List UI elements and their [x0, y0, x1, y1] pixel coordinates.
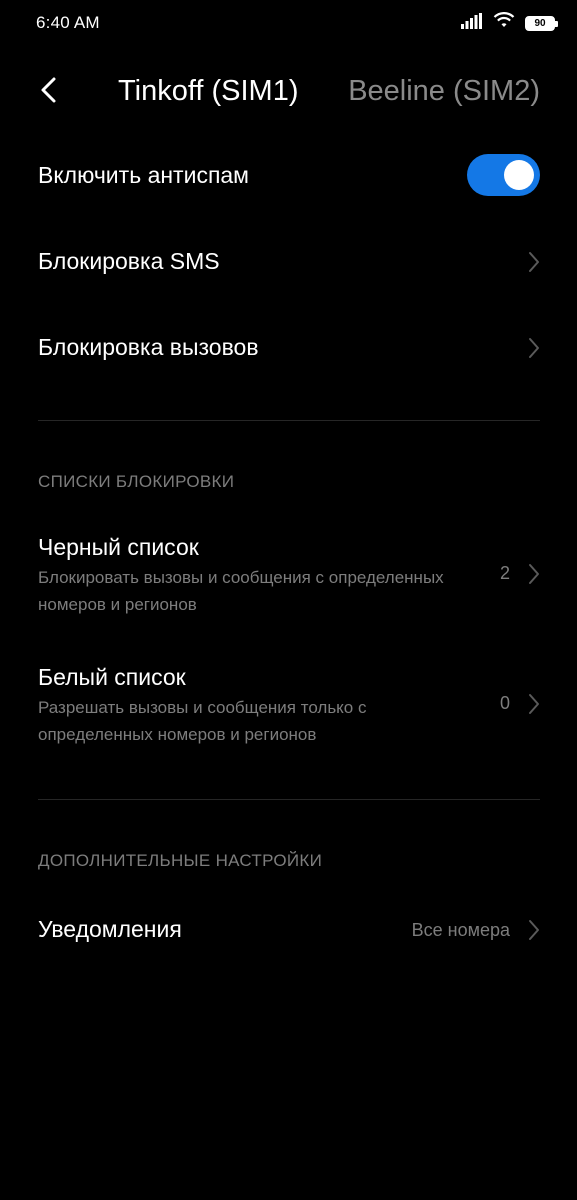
tab-sim2[interactable]: Beeline (SIM2) — [348, 74, 540, 108]
chevron-right-icon — [529, 564, 539, 584]
divider — [38, 799, 540, 800]
call-block-row[interactable]: Блокировка вызовов — [0, 322, 577, 378]
toggle-knob — [504, 160, 534, 190]
wifi-icon — [493, 12, 515, 34]
battery-level: 90 — [527, 17, 553, 29]
status-bar: 6:40 AM 90 — [0, 0, 577, 46]
whitelist-row[interactable]: Белый список Разрешать вызовы и сообщени… — [0, 658, 577, 758]
sms-block-row[interactable]: Блокировка SMS — [0, 236, 577, 292]
antispam-label: Включить антиспам — [38, 162, 249, 188]
notifications-row[interactable]: Уведомления Все номера — [0, 904, 577, 960]
chevron-right-icon — [529, 338, 539, 358]
chevron-right-icon — [529, 252, 539, 272]
header: Tinkoff (SIM1) Beeline (SIM2) — [0, 46, 577, 138]
back-arrow-icon — [41, 77, 56, 103]
blacklist-count: 2 — [499, 563, 510, 583]
whitelist-title: Белый список — [38, 664, 186, 690]
section-header-additional: ДОПОЛНИТЕЛЬНЫЕ НАСТРОЙКИ — [38, 851, 323, 870]
status-icons: 90 — [461, 12, 558, 34]
sms-block-label: Блокировка SMS — [38, 248, 220, 274]
notifications-title: Уведомления — [38, 916, 182, 942]
blacklist-subtitle: Блокировать вызовы и сообщения с определ… — [38, 568, 444, 614]
signal-icon — [461, 12, 483, 34]
battery-icon: 90 — [525, 15, 558, 31]
whitelist-count: 0 — [499, 693, 510, 713]
chevron-right-icon — [529, 694, 539, 714]
antispam-toggle[interactable] — [467, 154, 540, 196]
chevron-right-icon — [529, 920, 539, 940]
status-time: 6:40 AM — [36, 13, 100, 32]
notifications-value: Все номера — [411, 920, 510, 940]
whitelist-subtitle: Разрешать вызовы и сообщения только с оп… — [38, 698, 367, 744]
divider — [38, 420, 540, 421]
blacklist-title: Черный список — [38, 534, 199, 560]
section-header-block-lists: СПИСКИ БЛОКИРОВКИ — [38, 472, 235, 491]
call-block-label: Блокировка вызовов — [38, 334, 259, 360]
blacklist-row[interactable]: Черный список Блокировать вызовы и сообщ… — [0, 528, 577, 628]
tab-sim1[interactable]: Tinkoff (SIM1) — [118, 74, 299, 108]
back-button[interactable] — [30, 72, 66, 108]
